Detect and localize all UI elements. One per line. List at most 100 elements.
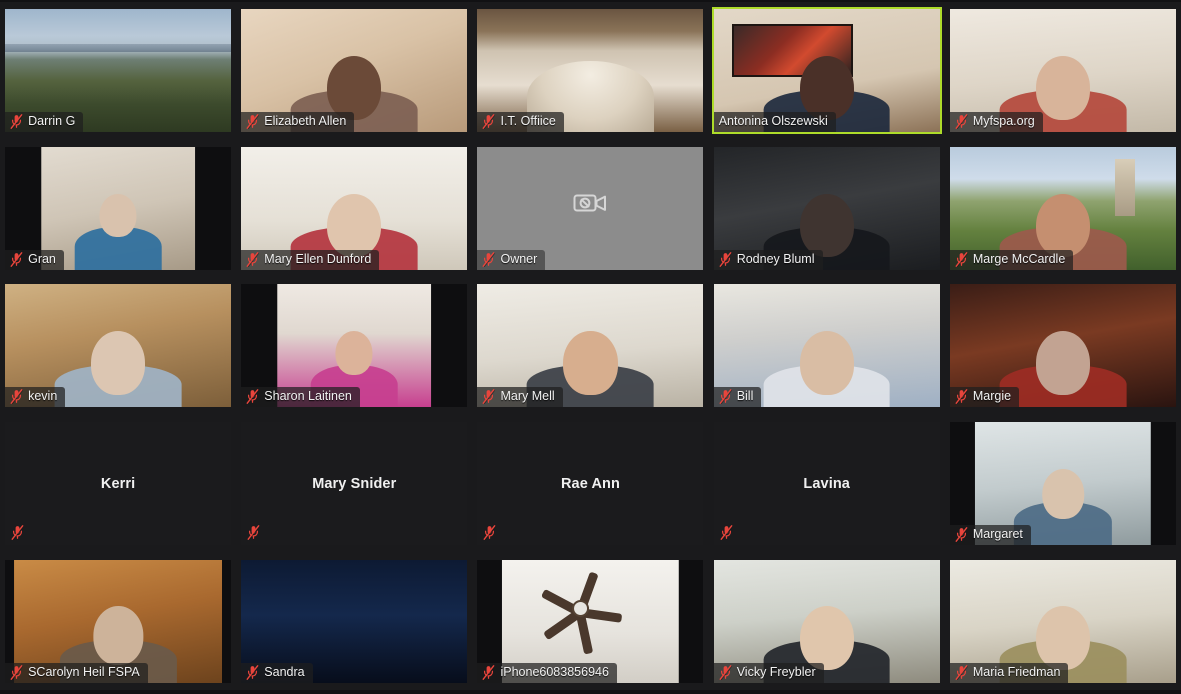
mic-muted-icon: [719, 664, 732, 680]
participant-tile[interactable]: Darrin G: [5, 9, 232, 133]
participant-tile[interactable]: Margaret: [949, 422, 1176, 546]
participant-cell: Mary Snider: [236, 414, 473, 553]
mic-muted-icon: [484, 525, 497, 541]
participant-name: Elizabeth Allen: [264, 114, 347, 129]
participant-name-label: Sharon Laitinen: [241, 387, 360, 408]
participant-tile[interactable]: Rodney Bluml: [713, 146, 940, 270]
participant-name-centered: Mary Snider: [312, 475, 397, 492]
participant-cell: SCarolyn Heil FSPA: [0, 552, 237, 690]
participant-name-label: Sandra: [241, 662, 313, 683]
mic-muted-icon: [955, 114, 968, 130]
participant-cell: Rae Ann: [472, 414, 709, 553]
mic-muted-icon: [955, 527, 968, 543]
participant-name: Sandra: [264, 664, 305, 679]
mic-muted-icon: [10, 389, 24, 405]
mic-muted-icon: [246, 664, 260, 680]
mic-muted-icon: [10, 252, 24, 267]
participant-tile[interactable]: Rae Ann: [477, 422, 704, 546]
mic-muted-icon: [955, 114, 968, 130]
participant-tile[interactable]: Bill: [713, 284, 940, 408]
participant-cell: I.T. Offiice: [472, 2, 709, 140]
mic-muted-icon: [955, 664, 968, 680]
participant-tile[interactable]: Owner: [477, 146, 704, 270]
participant-cell: Rodney Bluml: [708, 139, 945, 278]
participant-silhouette: [763, 331, 891, 408]
participant-name: Bill: [736, 389, 754, 404]
participant-name: Mary Mell: [500, 389, 555, 404]
mic-muted-icon: [482, 114, 496, 130]
participant-name-label: Antonina Olszewski: [713, 112, 836, 133]
mic-muted-icon: [11, 525, 25, 541]
participant-tile[interactable]: kevin: [5, 284, 232, 408]
participant-tile[interactable]: SCarolyn Heil FSPA: [5, 559, 232, 683]
mic-muted-icon: [955, 527, 968, 543]
participant-name: I.T. Offiice: [500, 114, 556, 129]
participant-name-label: Darrin G: [5, 112, 84, 133]
participant-cell: Mary Mell: [472, 277, 709, 415]
participant-name-label: Rodney Bluml: [713, 249, 823, 270]
participant-name: Margaret: [972, 527, 1023, 542]
participant-tile[interactable]: Myfspa.org: [949, 9, 1176, 133]
participant-cell: Margaret: [944, 414, 1181, 553]
zoom-gallery-view: Darrin G Elizabeth Allen I.T. Offiice Anton…: [0, 0, 1181, 694]
mic-muted-icon: [482, 664, 496, 680]
participant-tile[interactable]: I.T. Offiice: [477, 9, 704, 133]
participant-cell: Sandra: [236, 552, 473, 690]
participant-silhouette: [999, 331, 1127, 408]
participant-tile[interactable]: Maria Friedman: [949, 559, 1176, 683]
participant-name: Mary Ellen Dunford: [264, 251, 372, 266]
mic-muted-icon: [955, 252, 968, 267]
mic-muted-icon: [719, 389, 732, 405]
participant-name-centered: Lavina: [803, 475, 850, 492]
participant-name: Myfspa.org: [972, 114, 1035, 129]
participant-cell: kevin: [0, 277, 237, 415]
participant-tile[interactable]: Marge McCardle: [949, 146, 1176, 270]
participant-tile[interactable]: Antonina Olszewski: [711, 7, 942, 135]
participant-name-label: Maria Friedman: [949, 662, 1069, 683]
participant-tile[interactable]: Margie: [949, 284, 1176, 408]
participant-tile[interactable]: Sandra: [241, 559, 468, 683]
participant-name-label: iPhone6083856946: [477, 662, 617, 683]
participant-name: Marge McCardle: [972, 251, 1066, 266]
participant-name-label: Elizabeth Allen: [241, 112, 355, 133]
participant-cell: Myfspa.org: [944, 2, 1181, 140]
participant-tile[interactable]: Vicky Freybler: [713, 559, 940, 683]
participant-name-label: Owner: [477, 249, 546, 270]
participant-tile[interactable]: Mary Mell: [477, 284, 704, 408]
mic-muted-icon: [483, 114, 496, 130]
participant-tile[interactable]: Gran: [5, 146, 232, 270]
participant-silhouette: [1013, 468, 1113, 546]
participant-name: Margie: [972, 389, 1012, 404]
participant-cell: Antonina Olszewski: [708, 2, 945, 140]
participant-name: Vicky Freybler: [736, 664, 816, 679]
participant-tile[interactable]: Mary Snider: [241, 422, 468, 546]
participant-cell: iPhone6083856946: [472, 552, 709, 690]
participant-tile[interactable]: Kerri: [5, 422, 232, 546]
participant-name-label: kevin: [5, 387, 66, 408]
participant-tile[interactable]: Lavina: [713, 422, 940, 546]
participant-name: SCarolyn Heil FSPA: [28, 664, 140, 679]
mic-muted-icon: [955, 252, 968, 267]
camera-off-icon: [573, 194, 607, 212]
mic-muted-icon: [246, 252, 260, 267]
participant-name: Sharon Laitinen: [264, 389, 352, 404]
participant-name-label: Vicky Freybler: [713, 662, 824, 683]
participant-cell: Maria Friedman: [944, 552, 1181, 690]
mic-muted-icon: [11, 525, 25, 541]
participant-name-label: Mary Mell: [477, 387, 563, 408]
mic-muted-icon: [10, 114, 24, 130]
mic-muted-icon: [246, 389, 260, 405]
participant-name: kevin: [28, 389, 58, 404]
participant-cell: Mary Ellen Dunford: [236, 139, 473, 278]
participant-name: Rodney Bluml: [736, 251, 815, 266]
participant-name-label: Mary Ellen Dunford: [241, 249, 380, 270]
participant-tile[interactable]: Mary Ellen Dunford: [241, 146, 468, 270]
participant-tile[interactable]: Sharon Laitinen: [241, 284, 468, 408]
mic-muted-icon: [10, 664, 24, 680]
participant-tile[interactable]: Elizabeth Allen: [241, 9, 468, 133]
participant-name: iPhone6083856946: [500, 664, 609, 679]
participant-name: Owner: [500, 251, 538, 266]
mic-muted-icon: [246, 389, 260, 405]
participant-name-label: Marge McCardle: [949, 249, 1074, 270]
participant-tile[interactable]: iPhone6083856946: [477, 559, 704, 683]
